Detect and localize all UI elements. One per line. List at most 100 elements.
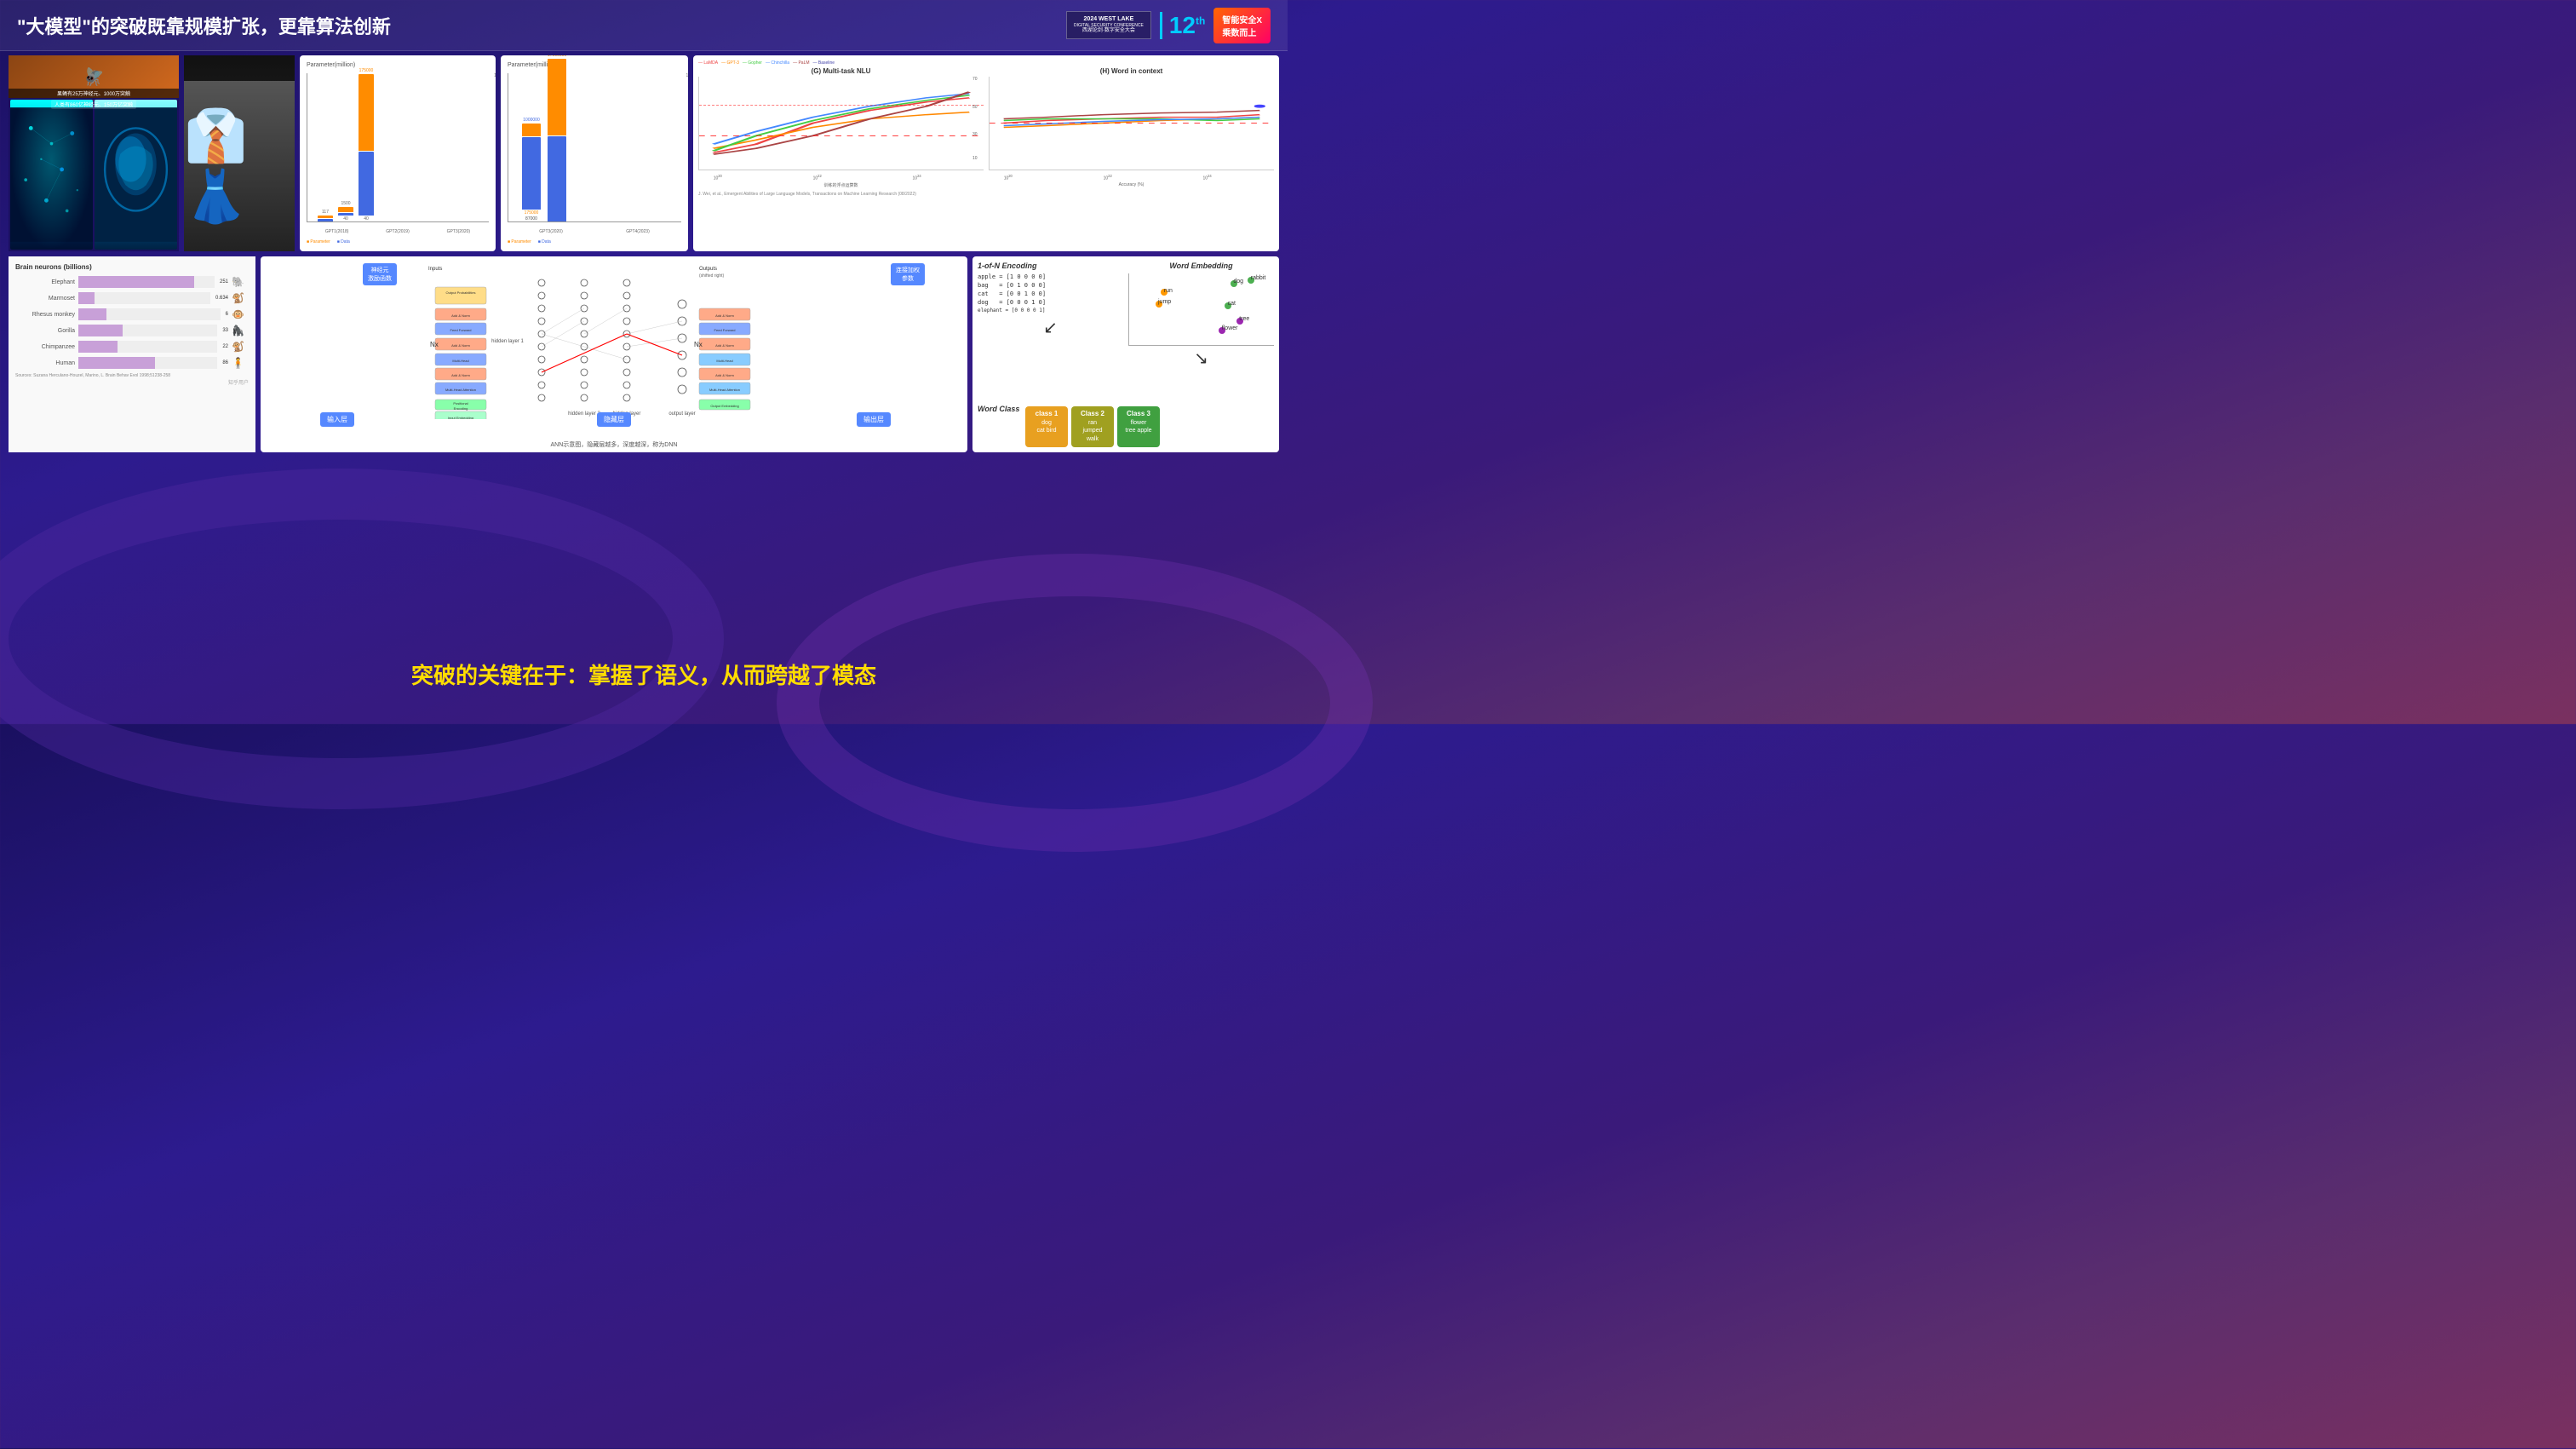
gpt4-x-labels: GPT3(2020) GPT4(2023) xyxy=(508,229,681,234)
gpt-x-labels: GPT1(2018) GPT2(2019) GPT3(2020) xyxy=(307,229,489,234)
svg-text:output layer: output layer xyxy=(668,411,695,417)
svg-text:Inputs: Inputs xyxy=(428,267,442,272)
svg-text:Feed Forward: Feed Forward xyxy=(450,328,472,332)
we-row-elephant: elephant = [0 0 0 0 1] xyxy=(978,308,1123,313)
svg-text:Add & Norm: Add & Norm xyxy=(715,373,734,377)
neuron-bar-human xyxy=(78,357,217,369)
gpt4-legend: ■ Parameter ■ Data xyxy=(508,239,681,244)
gpt-chart-label: Parameter(million) xyxy=(307,62,489,68)
fly-image: 🪰 果蝇有25万神经元、1000万突触 xyxy=(9,55,179,98)
ann-annotation-weights: 连接加权 参数 xyxy=(891,263,925,285)
h-accuracy-label: Accuracy (%) xyxy=(989,182,1274,187)
content-area: 🪰 果蝇有25万神经元、1000万突触 人类有860亿神经元、150万亿突触 xyxy=(9,55,1279,716)
nlu-charts: (G) Multi-task NLU 70 50 30 10 xyxy=(698,67,1274,188)
svg-text:Add & Norm: Add & Norm xyxy=(451,373,470,377)
page-title: "大模型"的突破既靠规模扩张，更靠算法创新 xyxy=(17,12,1066,39)
we-row-cat: cat = [0 0 1 0 0] xyxy=(978,290,1123,297)
neuron-bar-chimp xyxy=(78,341,217,353)
we-row-dog: dog = [0 0 0 1 0] xyxy=(978,299,1123,306)
gpt4-param-label: Parameter(million) xyxy=(508,62,681,68)
neurons-chart-title: Brain neurons (billions) xyxy=(15,263,249,271)
label-run: run xyxy=(1164,288,1173,294)
panel-gpt-params: Parameter(million) 200000 160000 120000 … xyxy=(300,55,496,251)
human-label: 人类有860亿神经元、150万亿突触 xyxy=(51,100,136,109)
westlake-logo: 2024 WEST LAKE DIGITAL SECURITY CONFEREN… xyxy=(1066,11,1151,39)
nlu-citation: J. Wei, et al., Emergent Abilities of La… xyxy=(698,192,1274,197)
we-plot-arrow: ↘ xyxy=(1128,348,1274,369)
svg-text:Add & Norm: Add & Norm xyxy=(715,313,734,318)
label-tree: tree xyxy=(1239,316,1249,322)
ann-label-hidden: 隐藏层 xyxy=(597,412,631,427)
bottom-highlight-text: 突破的关键在于：掌握了语义，从而跨越了模态 xyxy=(0,658,1288,690)
svg-text:Encoding: Encoding xyxy=(454,406,468,411)
panel-gpt4-params: Parameter(million) 17000000 8000000 1000… xyxy=(501,55,688,251)
fly-label: 果蝇有25万神经元、1000万突触 xyxy=(9,89,179,98)
neuron-row-human: Human 86 🧍 xyxy=(15,357,249,369)
svg-text:hidden layer 1: hidden layer 1 xyxy=(491,339,524,344)
we-class-3: Class 3 flowertree apple xyxy=(1117,406,1160,447)
neuron-row-chimp: Chimpanzee 22 🐒 xyxy=(15,341,249,353)
svg-text:Multi-Head Attention: Multi-Head Attention xyxy=(709,388,740,392)
svg-text:Add & Norm: Add & Norm xyxy=(451,343,470,348)
svg-text:Positional: Positional xyxy=(453,401,468,405)
svg-text:Input Embedding: Input Embedding xyxy=(448,416,473,419)
neurons-watermark: 知乎用户 xyxy=(15,378,249,386)
neuron-bar-marmoset xyxy=(78,292,210,304)
label-dog: dog xyxy=(1233,279,1243,285)
chimp-icon: 🐒 xyxy=(232,341,249,353)
bottom-text-area: 突破的关键在于：掌握了语义，从而跨越了模态 xyxy=(0,658,1288,690)
marmoset-icon: 🐒 xyxy=(232,292,249,304)
panel-ann-diagram: 神经元 激励函数 连接加权 参数 Output Probabilities Ad… xyxy=(261,256,967,452)
panel-brain-fly: 🪰 果蝇有25万神经元、1000万突触 人类有860亿神经元、150万亿突触 xyxy=(9,55,179,251)
we-encoding-title: 1-of-N Encoding xyxy=(978,262,1123,270)
conference-number: 12th xyxy=(1160,12,1205,39)
bottom-image-row: Brain neurons (billions) Elephant 251 🐘 … xyxy=(9,256,1279,452)
svg-text:hidden layer 2: hidden layer 2 xyxy=(568,411,600,417)
gorilla-icon: 🦍 xyxy=(232,325,249,336)
header: "大模型"的突破既靠规模扩张，更靠算法创新 2024 WEST LAKE DIG… xyxy=(0,0,1288,51)
panel-people: 👔👗 xyxy=(184,55,295,251)
svg-text:Add & Norm: Add & Norm xyxy=(451,313,470,318)
ann-label-input: 输入层 xyxy=(320,412,354,427)
label-rabbit: rabbit xyxy=(1251,275,1266,281)
svg-text:(shifted right): (shifted right) xyxy=(699,273,725,279)
nlu-g-grid: 70 50 30 10 xyxy=(698,77,984,170)
encoding-arrow: ↙ xyxy=(978,317,1123,338)
we-plot-title: Word Embedding xyxy=(1128,262,1274,270)
brain-image-1 xyxy=(10,100,93,250)
we-class-1: class 1 dogcat bird xyxy=(1025,406,1068,447)
label-cat: cat xyxy=(1228,301,1236,307)
header-logos: 2024 WEST LAKE DIGITAL SECURITY CONFEREN… xyxy=(1066,8,1271,43)
svg-text:Output Embedding: Output Embedding xyxy=(710,404,738,408)
human-icon: 🧍 xyxy=(232,357,249,369)
svg-text:Outputs: Outputs xyxy=(699,267,717,272)
svg-text:Output Probabilities: Output Probabilities xyxy=(446,290,476,295)
neuron-row-marmoset: Marmoset 0.634 🐒 xyxy=(15,292,249,304)
people-image: 👔👗 xyxy=(184,81,295,251)
brand-logo: 智能安全X 乘数而上 xyxy=(1213,8,1271,43)
svg-text:Multi-Head: Multi-Head xyxy=(452,359,468,363)
gpt4-bars: 17000000 8000000 1000000 175000 87000 17… xyxy=(508,73,681,222)
top-image-row: 🪰 果蝇有25万神经元、1000万突触 人类有860亿神经元、150万亿突触 xyxy=(9,55,1279,251)
ann-annotation-neurons: 神经元 激励函数 xyxy=(363,263,397,285)
nlu-legend: — LaMDA — GPT-3 — Gopher — Chinchilla — … xyxy=(698,60,1274,66)
brain-image-2 xyxy=(95,100,177,250)
ann-caption: ANN示意图，隐藏层越多，深度越深，称为DNN xyxy=(261,440,967,449)
neuron-row-elephant: Elephant 251 🐘 xyxy=(15,276,249,288)
neuron-row-gorilla: Gorilla 33 🦍 xyxy=(15,325,249,336)
we-classes: class 1 dogcat bird Class 2 ranjumpedwal… xyxy=(1025,406,1160,447)
svg-text:Multi-Head Attention: Multi-Head Attention xyxy=(445,388,476,392)
panel-nlu-chart: — LaMDA — GPT-3 — Gopher — Chinchilla — … xyxy=(693,55,1279,251)
svg-text:Add & Norm: Add & Norm xyxy=(715,343,734,348)
we-class-2: Class 2 ranjumpedwalk xyxy=(1071,406,1114,447)
label-flower: flower xyxy=(1222,325,1238,331)
neuron-bar-gorilla xyxy=(78,325,217,336)
we-row-apple: apple = [1 0 0 0 0] xyxy=(978,273,1123,280)
panel-word-embedding: 1-of-N Encoding apple = [1 0 0 0 0] bag … xyxy=(972,256,1279,452)
nlu-x-label: 训练的浮点运算数 xyxy=(698,182,984,188)
nlu-chart-h: (H) Word in context 70 50 30 10 xyxy=(989,67,1274,188)
we-top-section: 1-of-N Encoding apple = [1 0 0 0 0] bag … xyxy=(978,262,1274,401)
rhesus-icon: 🐵 xyxy=(232,308,249,320)
nlu-h-grid: 70 50 30 10 xyxy=(989,77,1274,170)
svg-text:Nx: Nx xyxy=(694,341,703,348)
